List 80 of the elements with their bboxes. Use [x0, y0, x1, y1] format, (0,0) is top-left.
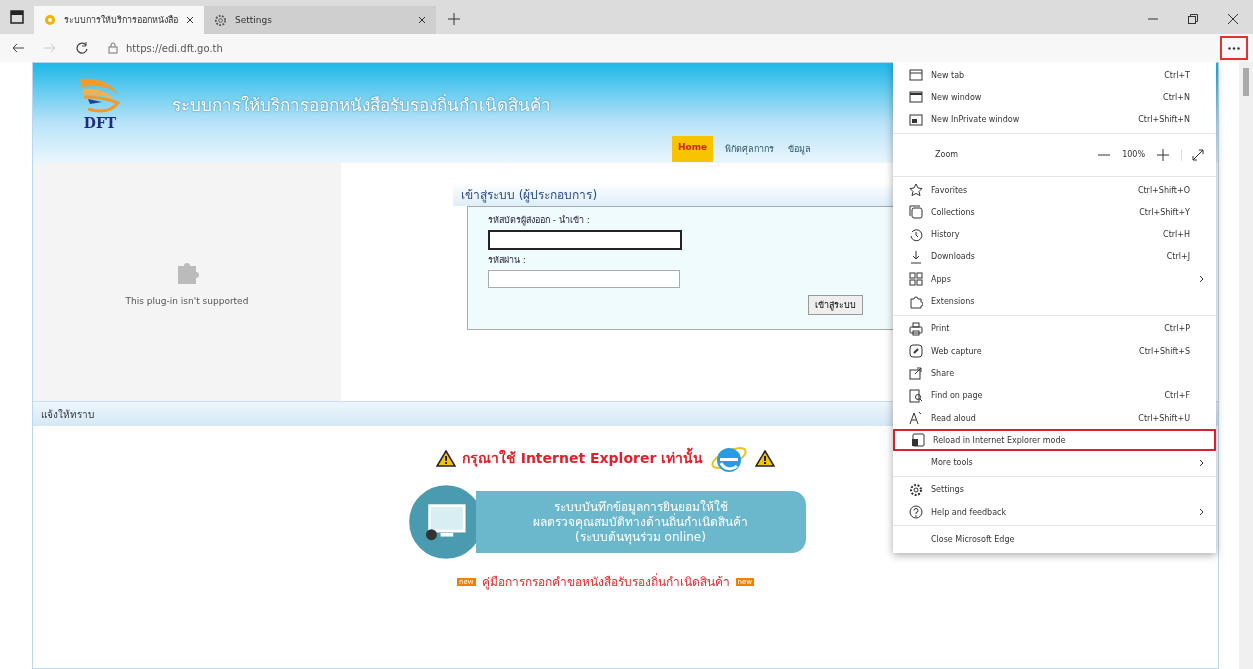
back-icon[interactable]	[12, 43, 24, 53]
shortcut-text: Ctrl+P	[1164, 324, 1190, 334]
zoom-label: Zoom	[935, 150, 960, 160]
scrollbar[interactable]	[1239, 62, 1253, 669]
close-icon[interactable]	[1228, 14, 1238, 24]
warning-icon	[435, 449, 456, 467]
input-field[interactable]	[488, 230, 682, 250]
menu-item[interactable]: Reload in Internet Explorer mode	[893, 429, 1216, 452]
close-icon[interactable]	[186, 16, 194, 24]
menu-item[interactable]: Settings	[893, 478, 1216, 502]
close-icon[interactable]	[418, 16, 426, 24]
field-label: รหัสบัตรผู้ส่งออก - นำเข้า :	[488, 214, 590, 227]
plugin-message: This plug-in isn't supported	[125, 296, 249, 306]
share-icon	[909, 366, 923, 381]
menu-item[interactable]: New tab Ctrl+T	[893, 64, 1216, 87]
menu-item[interactable]: Find on page Ctrl+F	[893, 384, 1216, 407]
more-button[interactable]	[1220, 36, 1248, 60]
banner-text: (ระบบต้นทุนร่วม online)	[575, 529, 706, 545]
apps-icon	[909, 272, 923, 287]
site-title: ระบบการให้บริการออกหนังสือรับรองถิ่นกำเนิดสินค้า	[172, 92, 551, 117]
gear-icon	[214, 13, 227, 27]
refresh-icon[interactable]	[76, 42, 88, 54]
zoom-in-icon[interactable]	[1157, 148, 1169, 161]
warning-icon	[755, 449, 776, 467]
shortcut-text: Ctrl+Shift+N	[1138, 115, 1190, 125]
tab-icon	[909, 68, 923, 83]
nav-link[interactable]: พิกัดศุลกากร	[723, 136, 777, 162]
menu-item[interactable]: Extensions	[893, 290, 1216, 313]
window-icon	[909, 90, 923, 105]
collections-icon	[909, 205, 923, 220]
site-icon	[44, 14, 56, 26]
menu-item[interactable]: Share	[893, 362, 1216, 385]
menu-item[interactable]: Downloads Ctrl+J	[893, 245, 1216, 269]
shortcut-text: Ctrl+H	[1163, 230, 1190, 240]
section-title: แจ้งให้ทราบ	[41, 407, 94, 422]
banner-text: ระบบบันทึกข้อมูลการยินยอมให้ใช้	[553, 499, 728, 515]
menu-item[interactable]: History Ctrl+H	[893, 223, 1216, 246]
menu-item[interactable]: More tools	[893, 451, 1216, 474]
menu-item[interactable]: Apps	[893, 268, 1216, 291]
login-button[interactable]: เข้าสู่ระบบ	[808, 295, 863, 315]
menu-item[interactable]: New window Ctrl+N	[893, 86, 1216, 109]
restore-icon[interactable]	[1188, 14, 1198, 24]
logo-text: DFT	[83, 115, 117, 131]
tab-actions-icon[interactable]	[10, 10, 24, 24]
puzzle-icon	[909, 294, 923, 309]
lock-icon	[108, 42, 118, 54]
shortcut-text: Ctrl+J	[1166, 252, 1190, 262]
browser-tab[interactable]: Settings	[204, 6, 436, 34]
warning-text: กรุณาใช้ Internet Explorer เท่านั้น	[461, 447, 704, 469]
download-icon	[909, 249, 923, 264]
manual-link[interactable]: คู่มือการกรอกคำขอหนังสือรับรองถิ่นกำเนิดสินค้า	[481, 572, 730, 591]
shortcut-text: Ctrl+Shift+U	[1138, 413, 1190, 423]
menu-item[interactable]: Print Ctrl+P	[893, 317, 1216, 340]
menu-item[interactable]: Read aloud Ctrl+Shift+U	[893, 406, 1216, 430]
browser-tab[interactable]: ระบบการให้บริการออกหนังสือ	[34, 6, 204, 34]
menu-item[interactable]: Help and feedback	[893, 501, 1216, 524]
print-icon	[909, 321, 923, 336]
banner-text: ผลตรวจคุณสมบัติทางด้านถิ่นกำเนิดสินค้า	[533, 514, 748, 530]
star-icon	[909, 183, 923, 198]
gear-icon	[909, 482, 923, 497]
history-icon	[909, 227, 923, 242]
shortcut-text: Ctrl+Shift+O	[1137, 185, 1190, 195]
ellipsis-icon	[1228, 46, 1240, 50]
shortcut-text: Ctrl+Shift+Y	[1139, 207, 1190, 217]
input-field[interactable]	[488, 270, 680, 288]
menu-item[interactable]: Web capture Ctrl+Shift+S	[893, 339, 1216, 363]
shortcut-text: Ctrl+T	[1164, 70, 1190, 80]
shortcut-text: Ctrl+F	[1164, 391, 1190, 401]
field-label: รหัสผ่าน :	[488, 254, 526, 267]
nav-link[interactable]: ข้อมูล	[786, 136, 814, 162]
help-icon	[909, 505, 923, 520]
address-field[interactable]: https://edi.dft.go.th	[108, 42, 223, 54]
private-icon	[909, 112, 923, 127]
fullscreen-icon[interactable]	[1181, 148, 1204, 161]
shortcut-text: Ctrl+N	[1163, 92, 1190, 102]
menu-item[interactable]: Close Microsoft Edge	[893, 528, 1216, 551]
shortcut-text: Ctrl+Shift+S	[1139, 346, 1190, 356]
new-tab-icon[interactable]	[448, 13, 460, 25]
zoom-value: 100%	[1122, 150, 1145, 160]
menu-item[interactable]: New InPrivate window Ctrl+Shift+N	[893, 108, 1216, 131]
